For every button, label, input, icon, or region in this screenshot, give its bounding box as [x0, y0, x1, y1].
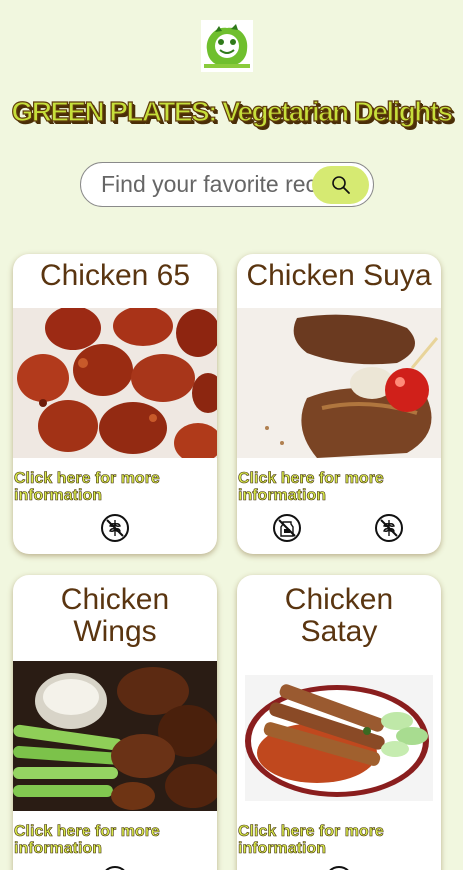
gluten-free-icon	[101, 514, 129, 542]
diet-icons	[237, 865, 441, 870]
more-info-link[interactable]: Click here for more information	[238, 823, 438, 858]
recipe-image[interactable]	[237, 308, 441, 458]
recipe-card[interactable]: Chicken 65 Click here for more informati…	[13, 254, 217, 554]
recipe-card[interactable]: Chicken Satay Click here for more inform…	[237, 575, 441, 870]
more-info-link[interactable]: Click here for more information	[14, 470, 214, 505]
site-logo[interactable]	[201, 20, 253, 72]
dairy-free-icon	[273, 514, 301, 542]
recipe-card[interactable]: Chicken Suya Click here for more informa…	[237, 254, 441, 554]
more-info-link[interactable]: Click here for more information	[238, 470, 438, 505]
loving-vegan-logo-icon	[201, 20, 253, 72]
recipe-image[interactable]	[13, 308, 217, 458]
gluten-free-icon	[375, 514, 403, 542]
site-title: GREEN PLATES: Vegetarian Delights	[11, 95, 454, 127]
diet-icons	[13, 513, 217, 545]
diet-icons	[237, 513, 441, 545]
search-icon	[331, 176, 350, 194]
recipe-title: Chicken Wings	[60, 583, 170, 648]
search-button[interactable]	[312, 166, 369, 204]
recipe-title: Chicken Suya	[246, 259, 432, 292]
gluten-free-icon	[105, 866, 125, 870]
search-bar	[80, 162, 374, 207]
recipe-image[interactable]	[237, 661, 441, 811]
recipe-title: Chicken 65	[39, 259, 191, 292]
gluten-free-icon	[329, 866, 349, 870]
diet-icons	[13, 865, 217, 870]
recipe-card[interactable]: Chicken Wings Click here for more inform…	[13, 575, 217, 870]
recipe-title: Chicken Satay	[284, 583, 394, 648]
more-info-link[interactable]: Click here for more information	[14, 823, 214, 858]
recipe-image[interactable]	[13, 661, 217, 811]
